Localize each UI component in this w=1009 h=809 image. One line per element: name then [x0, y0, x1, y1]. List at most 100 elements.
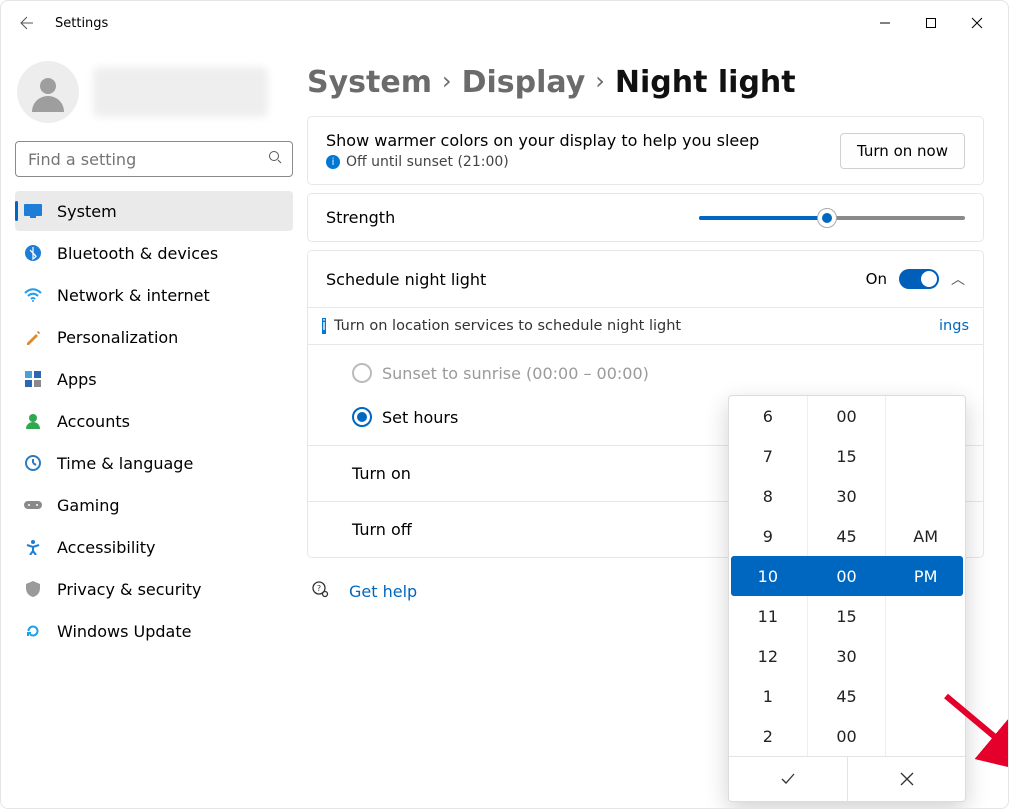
nightlight-summary-card: Show warmer colors on your display to he…: [307, 116, 984, 185]
minute-option[interactable]: 30: [808, 476, 886, 516]
toggle-label: On: [866, 270, 887, 288]
option-sunset-sunrise: Sunset to sunrise (00:00 – 00:00): [352, 363, 649, 383]
nav-label: Network & internet: [57, 286, 210, 305]
nightlight-status: Off until sunset (21:00): [346, 154, 509, 170]
strength-label: Strength: [326, 208, 395, 227]
minute-option[interactable]: 30: [808, 636, 886, 676]
window-title: Settings: [55, 16, 108, 31]
search-icon: [268, 150, 282, 168]
radio-sunset: [352, 363, 372, 383]
svg-text:?: ?: [317, 584, 321, 593]
system-icon: [23, 201, 43, 221]
crumb-current: Night light: [615, 65, 796, 100]
hour-option[interactable]: 9: [729, 516, 807, 556]
nav-privacy[interactable]: Privacy & security: [15, 569, 293, 609]
hour-column[interactable]: 6 7 8 9 10 11 12 1 2: [729, 396, 808, 756]
nav-label: Personalization: [57, 328, 178, 347]
user-account-row[interactable]: [15, 55, 293, 141]
info-icon: i: [326, 155, 340, 169]
nav-label: Bluetooth & devices: [57, 244, 218, 263]
hour-option-selected[interactable]: 10: [729, 556, 807, 596]
ampm-option[interactable]: [886, 596, 965, 636]
slider-thumb[interactable]: [817, 208, 837, 228]
sidebar: System Bluetooth & devices Network & int…: [1, 45, 301, 808]
turn-on-now-button[interactable]: Turn on now: [840, 133, 965, 169]
hour-option[interactable]: 8: [729, 476, 807, 516]
strength-slider[interactable]: [699, 216, 965, 220]
search-box[interactable]: [15, 141, 293, 177]
nav-bluetooth[interactable]: Bluetooth & devices: [15, 233, 293, 273]
nav-system[interactable]: System: [15, 191, 293, 231]
ampm-option-selected[interactable]: PM: [886, 556, 965, 596]
minute-option[interactable]: 00: [808, 716, 886, 756]
hour-option[interactable]: 7: [729, 436, 807, 476]
hour-option[interactable]: 12: [729, 636, 807, 676]
personalization-icon: [23, 327, 43, 347]
nav-label: Gaming: [57, 496, 120, 515]
nav-list: System Bluetooth & devices Network & int…: [15, 191, 293, 651]
ampm-option[interactable]: [886, 436, 965, 476]
nav-apps[interactable]: Apps: [15, 359, 293, 399]
nav-personalization[interactable]: Personalization: [15, 317, 293, 357]
cancel-button[interactable]: [847, 757, 965, 801]
turn-on-label: Turn on: [352, 464, 411, 483]
hour-option[interactable]: 11: [729, 596, 807, 636]
ampm-option[interactable]: [886, 676, 965, 716]
hour-option[interactable]: 2: [729, 716, 807, 756]
nav-label: System: [57, 202, 117, 221]
nightlight-description: Show warmer colors on your display to he…: [326, 131, 759, 150]
location-settings-link[interactable]: ings: [939, 318, 969, 334]
option-set-hours[interactable]: Set hours: [352, 407, 458, 427]
strength-card: Strength: [307, 193, 984, 242]
crumb-system[interactable]: System: [307, 65, 432, 100]
avatar: [17, 61, 79, 123]
ampm-column[interactable]: AM PM: [886, 396, 965, 756]
close-button[interactable]: [954, 7, 1000, 39]
nav-label: Apps: [57, 370, 97, 389]
content-pane: System › Display › Night light Show warm…: [301, 45, 1008, 808]
ampm-option[interactable]: [886, 396, 965, 436]
nav-label: Windows Update: [57, 622, 191, 641]
get-help-link[interactable]: Get help: [349, 582, 417, 601]
minute-column[interactable]: 00 15 30 45 00 15 30 45 00: [808, 396, 887, 756]
search-input[interactable]: [26, 149, 268, 170]
maximize-button[interactable]: [908, 7, 954, 39]
ampm-option[interactable]: AM: [886, 516, 965, 556]
nav-accounts[interactable]: Accounts: [15, 401, 293, 441]
minimize-button[interactable]: [862, 7, 908, 39]
minute-option[interactable]: 15: [808, 436, 886, 476]
schedule-toggle[interactable]: [899, 269, 939, 289]
hour-option[interactable]: 6: [729, 396, 807, 436]
time-language-icon: [23, 453, 43, 473]
minute-option[interactable]: 45: [808, 676, 886, 716]
minute-option[interactable]: 15: [808, 596, 886, 636]
chevron-up-icon[interactable]: ︿: [951, 269, 965, 289]
radio-set-hours[interactable]: [352, 407, 372, 427]
help-icon: ?: [311, 580, 329, 602]
shield-icon: [23, 579, 43, 599]
wifi-icon: [23, 285, 43, 305]
nav-time-language[interactable]: Time & language: [15, 443, 293, 483]
close-icon: [899, 771, 915, 787]
time-picker-flyout: 6 7 8 9 10 11 12 1 2 00 15 30 45: [728, 395, 966, 802]
ampm-option[interactable]: [886, 636, 965, 676]
hour-option[interactable]: 1: [729, 676, 807, 716]
nav-label: Privacy & security: [57, 580, 201, 599]
crumb-display[interactable]: Display: [462, 65, 586, 100]
nav-windows-update[interactable]: Windows Update: [15, 611, 293, 651]
nav-gaming[interactable]: Gaming: [15, 485, 293, 525]
accept-button[interactable]: [729, 757, 847, 801]
back-button[interactable]: [13, 11, 37, 35]
radio-sunset-label: Sunset to sunrise (00:00 – 00:00): [382, 364, 649, 383]
nav-network[interactable]: Network & internet: [15, 275, 293, 315]
minute-option[interactable]: 00: [808, 396, 886, 436]
radio-set-hours-label: Set hours: [382, 408, 458, 427]
minute-option[interactable]: 45: [808, 516, 886, 556]
breadcrumb: System › Display › Night light: [307, 65, 984, 100]
minute-option-selected[interactable]: 00: [808, 556, 886, 596]
nav-accessibility[interactable]: Accessibility: [15, 527, 293, 567]
schedule-title: Schedule night light: [326, 270, 486, 289]
ampm-option[interactable]: [886, 716, 965, 756]
ampm-option[interactable]: [886, 476, 965, 516]
user-name-redacted: [93, 67, 268, 117]
